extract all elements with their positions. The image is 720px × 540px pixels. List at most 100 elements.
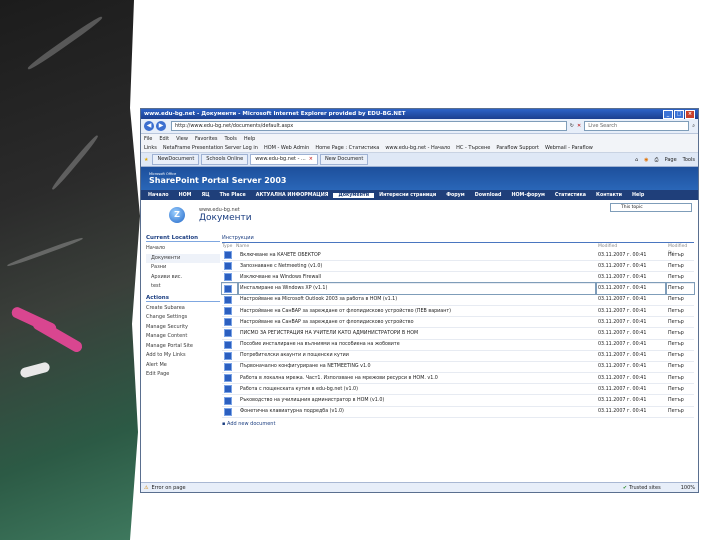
- document-name[interactable]: Запознаване с Netmeeting (v1.0): [238, 260, 596, 273]
- tab-edu-bg[interactable]: www.edu-bg.net - ... ×: [250, 154, 318, 165]
- close-tab-icon[interactable]: ×: [309, 156, 313, 162]
- col-name[interactable]: Name: [236, 243, 598, 250]
- table-row[interactable]: Пособие инсталиране на вълниями на пособ…: [222, 339, 694, 351]
- left-nav-item[interactable]: Начало: [146, 244, 220, 254]
- table-row[interactable]: Включване на КАЧЕТЕ ОБЕКТОР 03.11.2007 г.…: [222, 250, 694, 262]
- action-item[interactable]: Manage Content: [146, 332, 220, 342]
- link-item[interactable]: HC - Търсене: [456, 145, 490, 151]
- tab-new-document[interactable]: New Document: [319, 154, 369, 165]
- table-row[interactable]: Изключване на Windows Firewall 03.11.2007…: [222, 271, 694, 284]
- table-row[interactable]: ПИСМО ЗА РЕГИСТРАЦИЯ НА УЧИТЕЛИ КАТО АДМ…: [222, 327, 694, 340]
- action-item[interactable]: Create Subarea: [146, 304, 220, 314]
- document-name[interactable]: Работа с пощенската кутия в edu-bg.net (…: [238, 383, 596, 396]
- action-item[interactable]: Change Settings: [146, 313, 220, 323]
- home-icon[interactable]: ⌂: [635, 157, 638, 163]
- link-item[interactable]: Webmail - Paraflow: [545, 145, 593, 151]
- menu-edit[interactable]: Edit: [159, 136, 169, 142]
- search-input[interactable]: Live Search: [584, 121, 690, 131]
- document-name[interactable]: Настройване на СанВАР за зареждане от фл…: [238, 316, 596, 329]
- document-name[interactable]: Настройване на СанВАР за зареждане от фл…: [238, 305, 596, 318]
- stop-icon[interactable]: ✕: [577, 123, 581, 129]
- back-icon[interactable]: ◀: [144, 121, 154, 131]
- table-row[interactable]: Настройване на Microsoft Outlook 2003 за…: [222, 294, 694, 306]
- document-name[interactable]: Пособие инсталиране на вълниями на пособ…: [238, 339, 596, 351]
- current-location-heading: Current Location: [146, 235, 220, 242]
- action-item[interactable]: Edit Page: [146, 370, 220, 380]
- maximize-button[interactable]: □: [674, 109, 684, 119]
- menu-view[interactable]: View: [176, 136, 188, 142]
- nav-item[interactable]: НОМ: [174, 193, 197, 198]
- document-name[interactable]: Включване на КАЧЕТЕ ОБЕКТОР: [238, 250, 596, 262]
- action-item[interactable]: Add to My Links: [146, 351, 220, 361]
- link-item[interactable]: Home Page : Статистика: [315, 145, 379, 151]
- left-nav-item[interactable]: test: [146, 282, 220, 292]
- table-row[interactable]: Настройване на СанВАР за зареждане от фл…: [222, 316, 694, 329]
- document-name[interactable]: Настройване на Microsoft Outlook 2003 за…: [238, 294, 596, 306]
- minimize-button[interactable]: _: [663, 109, 673, 119]
- zoom-level[interactable]: 100%: [681, 485, 695, 491]
- document-name[interactable]: Работа в локална мрежа. Част1. Използван…: [238, 372, 596, 385]
- table-row[interactable]: Фонетична клавиатурна подредба (v1.0) 03.…: [222, 406, 694, 418]
- link-item[interactable]: HOM - Web Admin: [264, 145, 309, 151]
- nav-item[interactable]: Форум: [441, 193, 470, 198]
- print-icon[interactable]: ⎙: [655, 157, 659, 163]
- nav-item[interactable]: Help: [627, 193, 649, 198]
- document-name[interactable]: Фонетична клавиатурна подредба (v1.0): [238, 406, 596, 418]
- document-name[interactable]: Изключване на Windows Firewall: [238, 271, 596, 284]
- document-name[interactable]: Инсталиране на Windows XP (v1.1): [237, 282, 597, 296]
- add-new-document-link[interactable]: ▪ Add new document: [222, 421, 694, 427]
- action-item[interactable]: Alert Me: [146, 361, 220, 371]
- table-row[interactable]: Работа с пощенската кутия в edu-bg.net (…: [222, 383, 694, 396]
- nav-item[interactable]: The Place: [215, 193, 251, 198]
- window-title: www.edu-bg.net - Документи - Microsoft I…: [144, 111, 406, 117]
- nav-item[interactable]: ЯЦ: [196, 193, 214, 198]
- col-modified[interactable]: Modified: [598, 243, 668, 250]
- nav-item[interactable]: Начало: [143, 193, 174, 198]
- left-nav-item[interactable]: Разни: [146, 263, 220, 273]
- left-nav-item[interactable]: Архиви вис.: [146, 273, 220, 283]
- menu-help[interactable]: Help: [244, 136, 255, 142]
- table-row[interactable]: Потребителски акаунти и пощенски кутии 03…: [222, 350, 694, 362]
- nav-item[interactable]: Контакти: [591, 193, 627, 198]
- close-button[interactable]: ×: [685, 109, 695, 119]
- url-input[interactable]: http://www.edu-bg.net/documents/default.…: [171, 121, 567, 131]
- left-nav-item[interactable]: Документи: [146, 253, 220, 263]
- table-row[interactable]: Първоначално конфигуриране на NETMEETING…: [222, 361, 694, 374]
- forward-icon[interactable]: ▶: [156, 121, 166, 131]
- nav-item[interactable]: Download: [470, 193, 507, 198]
- link-item[interactable]: Paraflow Support: [496, 145, 539, 151]
- action-item[interactable]: Manage Portal Site: [146, 342, 220, 352]
- table-row[interactable]: Ръководство на училищния администратор в…: [222, 394, 694, 407]
- document-name[interactable]: ПИСМО ЗА РЕГИСТРАЦИЯ НА УЧИТЕЛИ КАТО АДМ…: [238, 327, 596, 340]
- table-row[interactable]: Настройване на СанВАР за зареждане от фл…: [222, 305, 694, 318]
- menu-favorites[interactable]: Favorites: [195, 136, 218, 142]
- status-text[interactable]: Error on page: [151, 485, 185, 491]
- nav-item[interactable]: АКТУАЛНА ИНФОРМАЦИЯ: [251, 193, 334, 198]
- table-row[interactable]: Запознаване с Netmeeting (v1.0) 03.11.200…: [222, 260, 694, 273]
- document-name[interactable]: Ръководство на училищния администратор в…: [238, 394, 596, 407]
- menu-tools[interactable]: Tools: [225, 136, 237, 142]
- topic-search-input[interactable]: This topic: [610, 203, 692, 212]
- table-row[interactable]: Инсталиране на Windows XP (v1.1) 03.11.20…: [221, 282, 695, 296]
- nav-item[interactable]: НОМ-форум: [506, 193, 549, 198]
- tab-schools-online[interactable]: Schools Online: [201, 154, 249, 165]
- refresh-icon[interactable]: ↻: [570, 123, 574, 129]
- nav-item-documents[interactable]: Документи: [333, 192, 375, 198]
- table-row[interactable]: Работа в локална мрежа. Част1. Използван…: [222, 372, 694, 385]
- document-name[interactable]: Първоначално конфигуриране на NETMEETING…: [238, 361, 596, 374]
- menu-file[interactable]: File: [144, 136, 152, 142]
- document-name[interactable]: Потребителски акаунти и пощенски кутии: [238, 350, 596, 362]
- nav-item[interactable]: Статистика: [550, 193, 591, 198]
- tab-newdocument[interactable]: NewDocument: [152, 154, 200, 165]
- page-menu[interactable]: Page: [665, 157, 677, 163]
- col-modified-by[interactable]: Modified By: [668, 243, 694, 256]
- nav-item[interactable]: Интересни страници: [374, 193, 441, 198]
- col-type[interactable]: Type: [222, 243, 236, 250]
- action-item[interactable]: Manage Security: [146, 323, 220, 333]
- link-item[interactable]: www.edu-bg.net - Начало: [385, 145, 450, 151]
- tools-menu[interactable]: Tools: [683, 157, 695, 163]
- favorites-star-icon[interactable]: ★: [144, 157, 148, 163]
- search-icon[interactable]: ⌕: [692, 123, 695, 129]
- feeds-icon[interactable]: ◉: [644, 157, 648, 163]
- link-item[interactable]: NetaFrame Presentation Server Log in: [163, 145, 258, 151]
